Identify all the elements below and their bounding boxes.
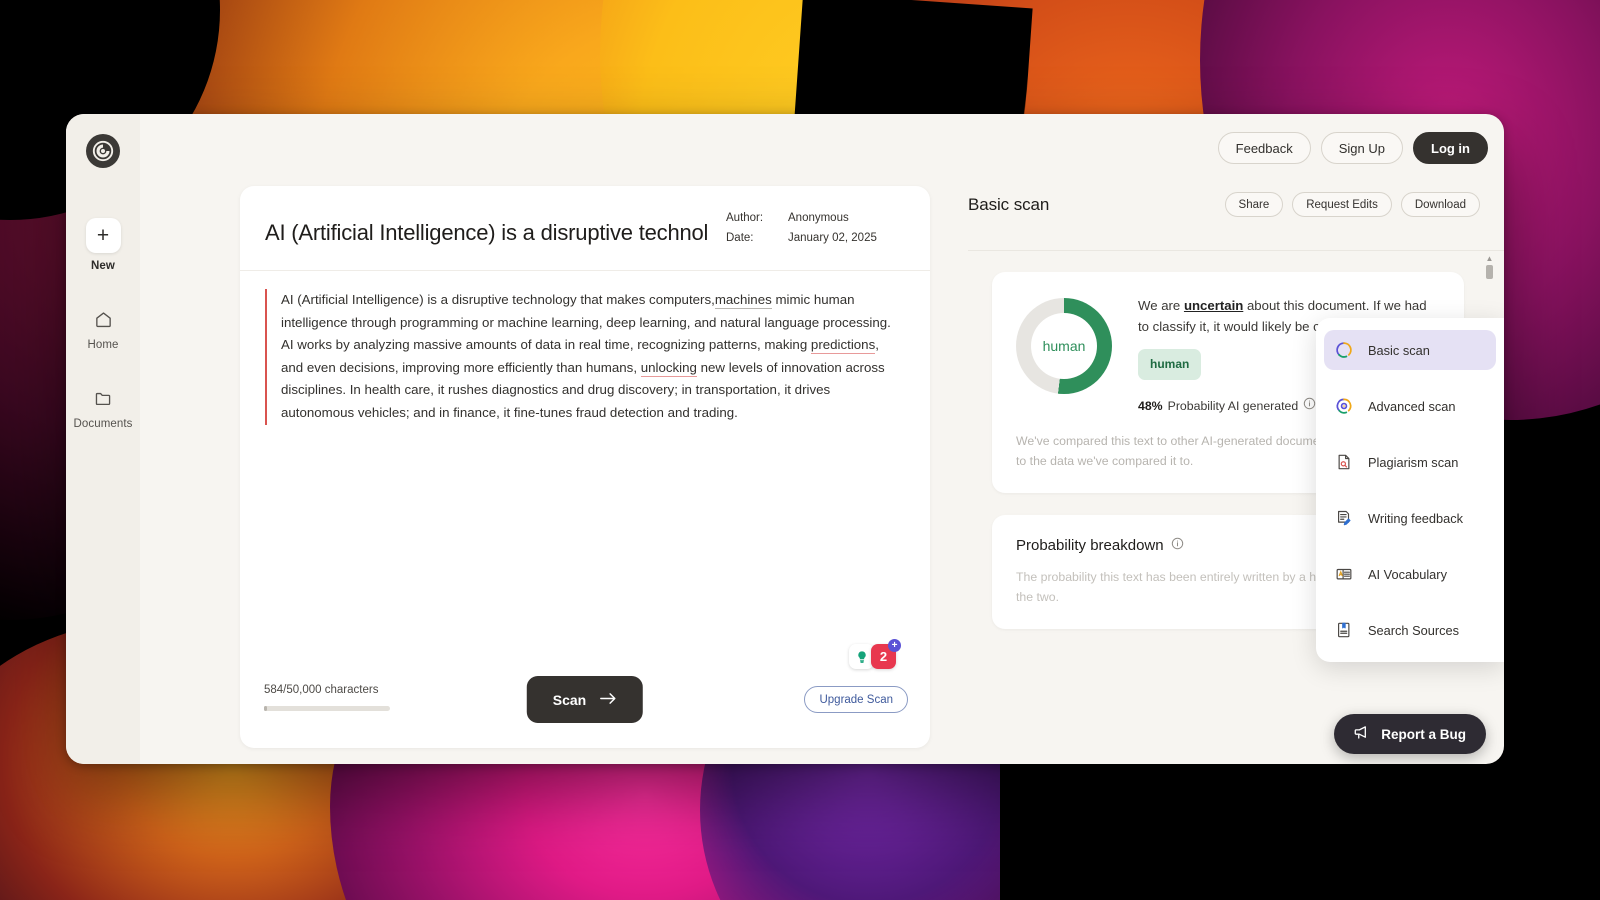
scrollbar-thumb[interactable]: [1486, 265, 1493, 279]
sidebar-item-new[interactable]: + New: [71, 218, 135, 272]
author-value: Anonymous: [788, 212, 849, 224]
probability-label: Probability AI generated: [1167, 398, 1299, 413]
menu-item-ai-vocabulary[interactable]: AI Vocabulary: [1324, 554, 1496, 594]
document-editor-card: AI (Artificial Intelligence) is a disrup…: [240, 186, 930, 748]
sidebar-item-label-documents: Documents: [73, 418, 133, 430]
feedback-button[interactable]: Feedback: [1217, 132, 1311, 164]
sidebar-item-documents[interactable]: Documents: [71, 385, 135, 430]
results-panel: Basic scan Share Request Edits Download …: [930, 114, 1504, 764]
credits-count: 2: [879, 649, 888, 664]
menu-item-plagiarism-scan[interactable]: Plagiarism scan: [1324, 442, 1496, 482]
menu-item-label: Search Sources: [1368, 622, 1460, 638]
app-window: + New Home Documents Feedback Sign Up Lo…: [66, 114, 1504, 764]
ai-vocabulary-icon: [1334, 564, 1354, 584]
doc-text-part-1: AI (Artificial Intelligence) is a disrup…: [281, 292, 715, 307]
info-icon[interactable]: [1171, 537, 1184, 554]
credit-badges[interactable]: 2 +: [849, 639, 901, 669]
document-title[interactable]: AI (Artificial Intelligence) is a disrup…: [265, 212, 708, 246]
date-label: Date:: [726, 232, 754, 244]
sidebar-item-home[interactable]: Home: [71, 306, 135, 351]
probability-breakdown-title-text: Probability breakdown: [1016, 537, 1164, 554]
writing-feedback-icon: [1334, 508, 1354, 528]
document-body[interactable]: AI (Artificial Intelligence) is a disrup…: [240, 271, 930, 662]
status-badge-human: human: [1138, 349, 1202, 380]
doc-highlight-unlocking: unlocking: [640, 359, 697, 377]
arrow-right-icon: [600, 692, 617, 708]
advanced-scan-icon: [1334, 396, 1354, 416]
results-title: Basic scan: [968, 194, 1050, 214]
topbar-actions: Feedback Sign Up Log in: [1217, 132, 1488, 164]
sidebar-item-label-home: Home: [87, 339, 119, 351]
results-divider: [968, 250, 1504, 251]
doc-highlight-machines: machines: [714, 292, 772, 309]
plagiarism-scan-icon: [1334, 452, 1354, 472]
document-text: AI (Artificial Intelligence) is a disrup…: [265, 289, 900, 425]
scroll-up-icon[interactable]: ▲: [1485, 254, 1494, 263]
upgrade-scan-button[interactable]: Upgrade Scan: [804, 686, 908, 713]
meta-row-author: Author: Anonymous: [726, 212, 906, 224]
home-icon: [90, 306, 116, 332]
share-button[interactable]: Share: [1224, 192, 1284, 217]
request-edits-button[interactable]: Request Edits: [1292, 192, 1392, 217]
menu-item-label: Writing feedback: [1368, 510, 1464, 526]
menu-item-advanced-scan[interactable]: Advanced scan: [1324, 386, 1496, 426]
plus-icon: +: [85, 218, 121, 253]
character-count: 584/50,000 characters: [264, 684, 379, 696]
signup-button[interactable]: Sign Up: [1320, 132, 1403, 164]
credits-badge: 2 +: [871, 639, 901, 669]
scan-button[interactable]: Scan: [526, 676, 644, 723]
content-area: Feedback Sign Up Log in AI (Artificial I…: [140, 114, 1504, 764]
folder-icon: [90, 385, 116, 411]
document-meta: Author: Anonymous Date: January 02, 2025: [726, 212, 906, 252]
scan-type-menu: Basic scan Advanced scan Plagiarism scan…: [1316, 318, 1504, 662]
menu-item-label: Advanced scan: [1368, 398, 1456, 414]
menu-item-label: Plagiarism scan: [1368, 454, 1459, 470]
verdict-headline-emphasis: uncertain: [1183, 298, 1244, 313]
spiral-target-logo-icon[interactable]: [86, 134, 120, 168]
doc-highlight-predictions: predictions: [810, 337, 876, 355]
plus-badge-icon: +: [888, 639, 901, 652]
report-bug-label: Report a Bug: [1381, 726, 1466, 742]
megaphone-icon: [1354, 725, 1371, 743]
search-sources-icon: [1334, 620, 1354, 640]
meta-row-date: Date: January 02, 2025: [726, 232, 906, 244]
menu-item-writing-feedback[interactable]: Writing feedback: [1324, 498, 1496, 538]
info-icon[interactable]: [1303, 396, 1316, 417]
author-label: Author:: [726, 212, 764, 224]
login-button[interactable]: Log in: [1413, 132, 1488, 164]
sidebar: + New Home Documents: [66, 114, 140, 764]
menu-item-basic-scan[interactable]: Basic scan: [1324, 330, 1496, 370]
probability-value: 48%: [1138, 398, 1163, 413]
basic-scan-icon: [1334, 340, 1354, 360]
editor-footer: 584/50,000 characters 2 + Scan Upgrade S…: [240, 639, 930, 748]
menu-item-search-sources[interactable]: Search Sources: [1324, 610, 1496, 650]
download-button[interactable]: Download: [1400, 192, 1480, 217]
character-progress-bar: [264, 706, 390, 711]
menu-item-label: Basic scan: [1368, 342, 1430, 358]
results-header: Basic scan Share Request Edits Download: [968, 114, 1504, 217]
report-bug-button[interactable]: Report a Bug: [1334, 714, 1486, 754]
editor-header: AI (Artificial Intelligence) is a disrup…: [240, 186, 930, 271]
character-progress-fill: [264, 706, 267, 711]
menu-item-label: AI Vocabulary: [1368, 566, 1447, 582]
date-value: January 02, 2025: [788, 232, 877, 244]
probability-donut-chart: human: [1016, 298, 1112, 394]
scan-button-label: Scan: [552, 691, 587, 708]
verdict-headline-pre: We are: [1138, 298, 1184, 313]
sidebar-item-label-new: New: [91, 260, 115, 272]
donut-center-label: human: [1031, 313, 1097, 379]
